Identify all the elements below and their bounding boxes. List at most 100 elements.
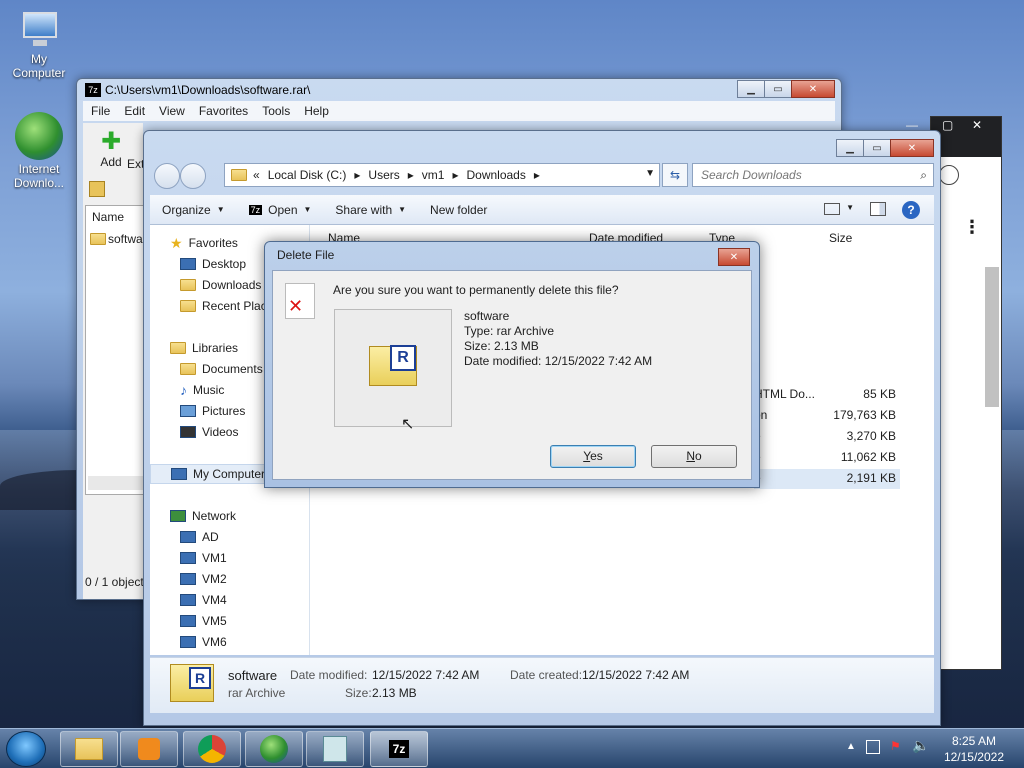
new-folder-button[interactable]: New folder [418, 203, 499, 217]
breadcrumb-users[interactable]: Users [368, 168, 399, 182]
nav-libraries[interactable]: Libraries [170, 338, 238, 358]
nav-network-ad[interactable]: AD [180, 527, 219, 547]
close-icon[interactable]: ✕ [972, 118, 982, 132]
chevron-down-icon[interactable]: ▼ [846, 203, 854, 212]
breadcrumb-vm1[interactable]: vm1 [422, 168, 445, 182]
taskbar-explorer[interactable] [60, 731, 118, 767]
taskbar-media-player[interactable] [120, 731, 178, 767]
open-button[interactable]: 7z Open ▼ [237, 203, 324, 217]
sevenzip-file-row[interactable]: softwa [90, 232, 143, 246]
forward-button[interactable] [180, 163, 206, 189]
nav-network-vm1[interactable]: VM1 [180, 548, 227, 568]
taskbar-7zip[interactable]: 7z [370, 731, 428, 767]
clock[interactable]: 8:25 AM 12/15/2022 [944, 733, 1004, 765]
share-with-button[interactable]: Share with ▼ [323, 203, 418, 217]
name-column-header[interactable]: Name [92, 210, 124, 224]
delete-file-dialog[interactable]: Delete File ✕ ✕ Are you sure you want to… [264, 241, 760, 488]
help-icon[interactable]: ? [902, 201, 920, 219]
back-button[interactable] [154, 163, 180, 189]
address-bar[interactable]: « Local Disk (C:) ▸ Users ▸ vm1 ▸ Downlo… [224, 163, 660, 187]
taskbar-notepad[interactable] [306, 731, 364, 767]
menu-help[interactable]: Help [304, 104, 329, 118]
organize-button[interactable]: Organize ▼ [150, 203, 237, 217]
profile-icon[interactable] [939, 165, 959, 185]
table-row[interactable]: on 179,763 KB [754, 406, 900, 426]
breadcrumb-prefix[interactable]: « [253, 168, 260, 182]
desktop-icon-internet-download[interactable]: Internet Downlo... [4, 112, 74, 190]
nav-network-vm6[interactable]: VM6 [180, 632, 227, 652]
nav-pictures[interactable]: Pictures [180, 401, 245, 421]
refresh-icon[interactable]: ⇆ [662, 163, 688, 187]
nav-network[interactable]: Network [170, 506, 236, 526]
dialog-close-button[interactable]: ✕ [718, 248, 750, 266]
no-button[interactable]: No [651, 445, 737, 468]
taskbar-chrome[interactable] [183, 731, 241, 767]
videos-icon [180, 426, 196, 438]
chrome-scrollbar[interactable] [985, 267, 999, 407]
preview-pane-icon[interactable] [870, 202, 886, 216]
status-text: 0 / 1 object [85, 575, 144, 589]
table-row-selected[interactable]: e 2,191 KB [754, 469, 900, 489]
nav-network-vm4[interactable]: VM4 [180, 590, 227, 610]
network-tray-icon[interactable] [866, 740, 880, 754]
volume-icon[interactable]: 🔈 [912, 737, 929, 754]
sevenzip-file-list[interactable]: Name softwa [85, 205, 149, 495]
taskbar-internet-download[interactable] [245, 731, 303, 767]
table-row[interactable]: e 3,270 KB [754, 427, 900, 447]
yes-button[interactable]: Yes [550, 445, 636, 468]
nav-documents[interactable]: Documents [180, 359, 263, 379]
nav-network-vm2[interactable]: VM2 [180, 569, 227, 589]
chevron-down-icon: ▼ [303, 205, 312, 214]
extract-label[interactable]: Ext [127, 157, 144, 171]
computer-icon [180, 615, 196, 627]
file-name: softwa [108, 232, 143, 246]
more-menu-icon[interactable]: ⋮ [963, 217, 981, 238]
table-row[interactable]: e 11,062 KB [754, 448, 900, 468]
nav-label: AD [202, 530, 219, 544]
menu-view[interactable]: View [159, 104, 185, 118]
show-hidden-icons-icon[interactable]: ▲ [846, 741, 856, 752]
menu-favorites[interactable]: Favorites [199, 104, 248, 118]
nav-favorites[interactable]: ★ Favorites [170, 233, 238, 253]
nav-videos[interactable]: Videos [180, 422, 238, 442]
minimize-button[interactable]: ▁ [737, 80, 765, 98]
chevron-right-icon[interactable]: ▸ [354, 168, 360, 182]
file-preview: R ↖ [334, 309, 452, 433]
search-placeholder: Search Downloads [701, 168, 802, 182]
chevron-right-icon[interactable]: ▸ [408, 168, 414, 182]
menu-tools[interactable]: Tools [262, 104, 290, 118]
maximize-button[interactable]: ▭ [863, 139, 891, 157]
globe-download-icon [260, 735, 288, 763]
menu-file[interactable]: File [91, 104, 110, 118]
dialog-title: Delete File [277, 248, 335, 262]
nav-music[interactable]: ♪ Music [180, 380, 224, 400]
table-row[interactable]: HTML Do... 85 KB [754, 385, 900, 405]
nav-label: Documents [202, 362, 263, 376]
maximize-icon[interactable]: ▢ [942, 118, 953, 132]
close-button[interactable]: ✕ [791, 80, 835, 98]
up-folder-icon[interactable] [89, 181, 105, 197]
start-button[interactable] [6, 731, 46, 767]
row-size: 85 KB [863, 387, 896, 401]
nav-label: VM4 [202, 593, 227, 607]
minimize-button[interactable]: ▁ [836, 139, 864, 157]
star-icon: ★ [170, 235, 183, 251]
chevron-right-icon[interactable]: ▸ [452, 168, 458, 182]
nav-desktop[interactable]: Desktop [180, 254, 246, 274]
nav-downloads[interactable]: Downloads [180, 275, 261, 295]
maximize-button[interactable]: ▭ [764, 80, 792, 98]
close-button[interactable]: ✕ [890, 139, 934, 157]
chevron-down-icon[interactable]: ▼ [645, 168, 655, 179]
chevron-right-icon[interactable]: ▸ [534, 168, 540, 182]
horizontal-scrollbar[interactable] [88, 476, 146, 490]
desktop-icon-my-computer[interactable]: My Computer [4, 10, 74, 80]
action-center-icon[interactable]: ⚑ [890, 739, 901, 753]
nav-network-vm5[interactable]: VM5 [180, 611, 227, 631]
menu-edit[interactable]: Edit [124, 104, 145, 118]
view-options-icon[interactable] [824, 203, 840, 215]
breadcrumb-downloads[interactable]: Downloads [466, 168, 525, 182]
search-input[interactable]: Search Downloads ⌕ [692, 163, 934, 187]
globe-download-icon [15, 112, 63, 160]
column-header-size[interactable]: Size [829, 231, 852, 245]
breadcrumb-local-disk[interactable]: Local Disk (C:) [268, 168, 347, 182]
